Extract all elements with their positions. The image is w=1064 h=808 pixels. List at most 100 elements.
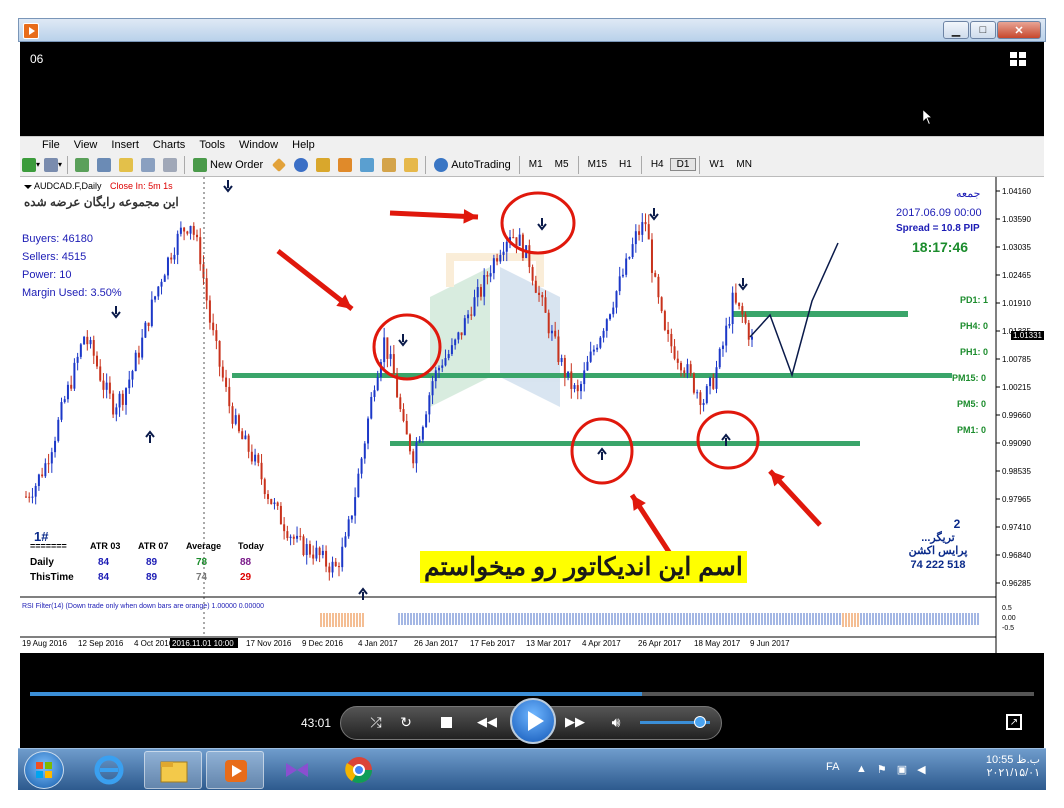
- candle-body: [534, 280, 537, 293]
- candle-body: [599, 337, 602, 348]
- candle-body: [650, 239, 653, 273]
- market-watch-button[interactable]: [73, 156, 91, 174]
- candle-body: [383, 337, 386, 363]
- price-action-numbers: 74 222 518: [910, 559, 966, 571]
- metaeditor-button[interactable]: [270, 156, 288, 174]
- mt4-window: File View Insert Charts Tools Window Hel…: [20, 136, 1044, 653]
- autotrading-button[interactable]: AutoTrading: [431, 156, 514, 174]
- fullscreen-toggle-icon[interactable]: [1010, 52, 1030, 68]
- timeframe-m5[interactable]: M5: [549, 159, 575, 170]
- timeframe-w1[interactable]: W1: [703, 159, 730, 170]
- start-button[interactable]: [24, 751, 64, 789]
- signals-button[interactable]: [292, 156, 310, 174]
- tester-icon: [163, 157, 178, 172]
- candle-body: [434, 370, 437, 382]
- new-order-button[interactable]: New Order: [190, 156, 266, 174]
- taskbar-internet-explorer[interactable]: [80, 751, 138, 789]
- candle-body: [170, 257, 173, 260]
- candle-body: [657, 276, 660, 298]
- language-indicator[interactable]: FA: [826, 761, 839, 773]
- menu-help[interactable]: Help: [285, 139, 322, 151]
- timeframe-mn[interactable]: MN: [730, 159, 758, 170]
- candle-body: [518, 234, 521, 246]
- candle-body: [654, 272, 657, 277]
- candle-body: [741, 306, 744, 315]
- candle-body: [696, 392, 699, 394]
- options-button[interactable]: [358, 156, 376, 174]
- timeframe-m15[interactable]: M15: [582, 159, 613, 170]
- candle-body: [479, 287, 482, 297]
- play-button[interactable]: [510, 698, 556, 744]
- maximize-button[interactable]: □: [970, 21, 996, 39]
- print-button[interactable]: [380, 156, 398, 174]
- taskbar-media-player[interactable]: [206, 751, 264, 789]
- candle-body: [86, 336, 89, 345]
- candle-body: [321, 550, 324, 556]
- volume-icon[interactable]: 🔊︎: [606, 712, 626, 732]
- candle-body: [405, 420, 408, 435]
- candle-body: [544, 297, 547, 313]
- candle-body: [25, 496, 27, 498]
- seek-bar[interactable]: [30, 692, 1034, 696]
- timeframe-h1[interactable]: H1: [613, 159, 638, 170]
- taskbar-visual-studio[interactable]: [268, 751, 326, 789]
- taskbar-chrome[interactable]: [330, 751, 388, 789]
- price-tick-label: 1.04160: [1002, 187, 1031, 196]
- menu-window[interactable]: Window: [232, 139, 285, 151]
- switch-to-library-icon[interactable]: ↗: [1006, 714, 1022, 730]
- menu-charts[interactable]: Charts: [146, 139, 192, 151]
- player-titlebar[interactable]: ▁ □ ✕: [18, 18, 1046, 42]
- video-label: 06: [30, 52, 44, 66]
- candle-body: [583, 370, 586, 385]
- stop-icon[interactable]: [438, 715, 454, 729]
- volume-knob[interactable]: [693, 716, 706, 728]
- price-action-label: پرایس اکشن: [908, 545, 968, 557]
- candle-body: [721, 345, 724, 349]
- timeframe-h4[interactable]: H4: [645, 159, 670, 170]
- menu-tools[interactable]: Tools: [192, 139, 232, 151]
- candle-body: [718, 348, 721, 368]
- repeat-icon[interactable]: ↻: [396, 714, 416, 730]
- candle-body: [225, 377, 228, 387]
- profiles-button[interactable]: ▾: [44, 156, 62, 174]
- minimize-button[interactable]: ▁: [943, 21, 969, 39]
- menu-view[interactable]: View: [67, 139, 105, 151]
- tester-button[interactable]: [161, 156, 179, 174]
- tray-clock[interactable]: ب.ظ 10:55 ۲۰۲۱/۱۵/۰۱: [986, 753, 1040, 779]
- close-button[interactable]: ✕: [997, 21, 1041, 39]
- sellers-stat: Sellers: 4515: [22, 251, 87, 263]
- action-center-icon[interactable]: ⚑: [877, 763, 887, 776]
- save-button[interactable]: [402, 156, 420, 174]
- timeframe-m1[interactable]: M1: [523, 159, 549, 170]
- navigator-button[interactable]: [117, 156, 135, 174]
- visual-studio-icon: [286, 763, 308, 777]
- chat-button[interactable]: [336, 156, 354, 174]
- candle-body: [247, 435, 250, 452]
- fast-forward-icon[interactable]: ▶▶: [560, 712, 590, 732]
- menu-insert[interactable]: Insert: [104, 139, 146, 151]
- candle-body: [560, 357, 563, 363]
- taskbar-explorer[interactable]: [144, 751, 202, 789]
- candle-body: [499, 254, 502, 262]
- speaker-icon[interactable]: ◀: [917, 763, 925, 776]
- rsi-tick-label: 0.00: [1002, 615, 1016, 622]
- candle-body: [744, 314, 747, 323]
- candle-body: [428, 395, 431, 415]
- candle-body: [325, 550, 328, 567]
- candle-body: [208, 300, 211, 323]
- price-chart[interactable]: 1.04160 1.03590 1.03035 1.02465 1.01910 1.013…: [20, 177, 1044, 653]
- pivot-line: [232, 373, 952, 378]
- rewind-icon[interactable]: ◀◀: [472, 712, 502, 732]
- new-chart-button[interactable]: ▾: [22, 156, 40, 174]
- data-window-button[interactable]: [95, 156, 113, 174]
- terminal-button[interactable]: [139, 156, 157, 174]
- price-tick-label: 0.97410: [1002, 523, 1031, 532]
- shuffle-icon[interactable]: ⤮: [366, 714, 386, 730]
- timeframe-d1[interactable]: D1: [669, 158, 697, 171]
- show-hidden-icons-icon[interactable]: ▲: [856, 763, 867, 776]
- menu-file[interactable]: File: [24, 139, 67, 151]
- candle-body: [315, 547, 318, 559]
- rsi-tick-label: -0.5: [1002, 625, 1014, 632]
- market-button[interactable]: [314, 156, 332, 174]
- network-icon[interactable]: ▣: [897, 763, 907, 776]
